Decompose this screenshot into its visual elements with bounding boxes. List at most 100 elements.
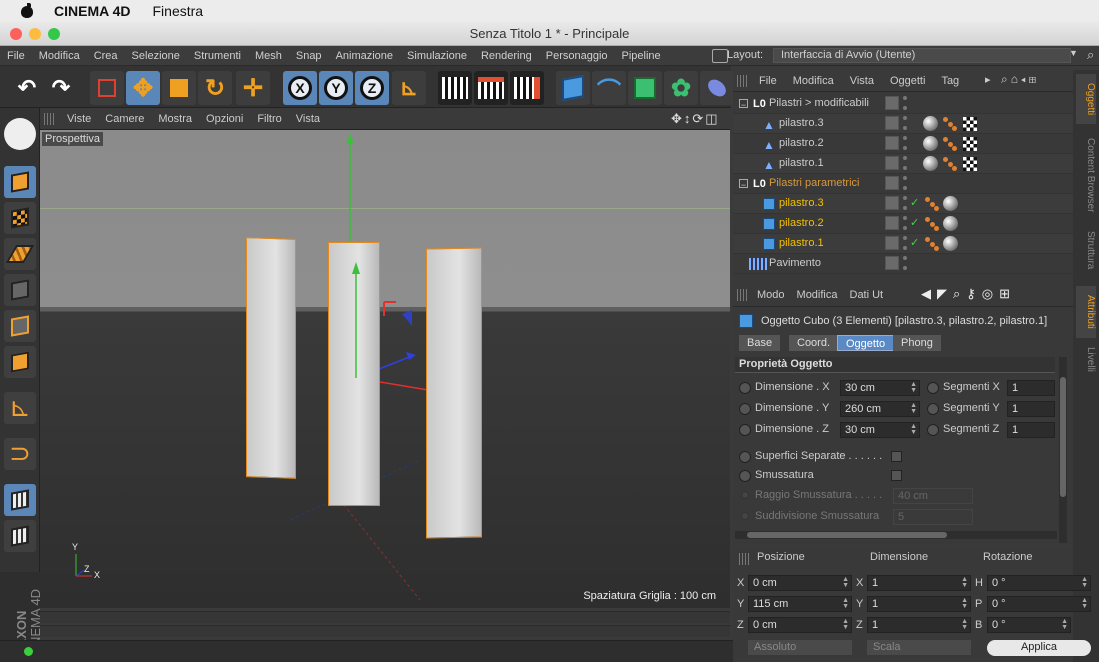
layer-box[interactable]: [885, 116, 899, 130]
points-mode-button[interactable]: [4, 274, 36, 306]
visibility-dots[interactable]: [903, 156, 907, 170]
spinner-icon[interactable]: ▲ ▼: [842, 576, 849, 589]
spinner-icon[interactable]: ▲ ▼: [910, 381, 917, 394]
size-y-field[interactable]: 1 ▲ ▼: [867, 596, 971, 612]
enabled-check-icon[interactable]: ✓: [910, 196, 919, 209]
object-row[interactable]: − L0 Pilastri parametrici: [733, 174, 1073, 194]
attr-menu-modifica[interactable]: Modifica: [791, 289, 844, 301]
object-manager-tools-icons[interactable]: ⌕⌂◂⊞: [1001, 72, 1039, 87]
cube-object-button[interactable]: [556, 71, 590, 105]
seg-x-field[interactable]: 1: [1007, 380, 1055, 396]
spinner-icon[interactable]: ▲ ▼: [961, 618, 968, 631]
move-tool-button[interactable]: ✥: [126, 71, 160, 105]
layer-box[interactable]: [885, 216, 899, 230]
phong-tag-icon[interactable]: [925, 197, 939, 211]
phong-tag-icon[interactable]: [943, 137, 957, 151]
viewport-menu-filtro[interactable]: Filtro: [250, 113, 288, 125]
tab-base[interactable]: Base: [739, 335, 781, 351]
scroll-thumb[interactable]: [1060, 377, 1066, 497]
collapse-icon[interactable]: −: [739, 99, 748, 110]
apple-icon[interactable]: [18, 3, 38, 19]
layout-lock-icon[interactable]: [712, 49, 728, 63]
tab-content-browser[interactable]: Content Browser: [1076, 130, 1096, 220]
material-tag-icon[interactable]: [943, 216, 958, 231]
close-window-button[interactable]: [10, 28, 22, 40]
pos-x-field[interactable]: 0 cm ▲ ▼: [748, 575, 852, 591]
visibility-dots[interactable]: [903, 216, 907, 230]
fillet-checkbox[interactable]: [891, 470, 902, 481]
texture-mode-button[interactable]: [4, 202, 36, 234]
animation-radio[interactable]: [927, 424, 939, 436]
layer-box[interactable]: [885, 136, 899, 150]
recent-tool-button[interactable]: ✛: [236, 71, 270, 105]
uvw-tag-icon[interactable]: [963, 157, 977, 171]
spinner-icon[interactable]: ▲ ▼: [910, 423, 917, 436]
layer-box[interactable]: [885, 196, 899, 210]
visibility-dots[interactable]: [903, 96, 907, 110]
live-selection-button[interactable]: [90, 71, 124, 105]
viewport-menu-opzioni[interactable]: Opzioni: [199, 113, 250, 125]
phong-tag-icon[interactable]: [925, 217, 939, 231]
spinner-icon[interactable]: ▲ ▼: [961, 597, 968, 610]
more-arrow-icon[interactable]: ▸: [985, 73, 991, 86]
tab-phong[interactable]: Phong: [893, 335, 941, 351]
workplane-lock-button[interactable]: [4, 484, 36, 516]
menu-crea[interactable]: Crea: [87, 50, 125, 62]
material-tag-icon[interactable]: [943, 196, 958, 211]
menu-simulazione[interactable]: Simulazione: [400, 50, 474, 62]
spinner-icon[interactable]: ▲ ▼: [1061, 618, 1068, 631]
tab-coord[interactable]: Coord.: [789, 335, 839, 351]
app-name-menu[interactable]: CINEMA 4D: [54, 3, 131, 19]
spinner-icon[interactable]: ▲ ▼: [910, 402, 917, 415]
objects-menu-tag[interactable]: Tag: [933, 75, 967, 87]
objects-menu-vista[interactable]: Vista: [842, 75, 882, 87]
spinner-icon[interactable]: ▲ ▼: [961, 576, 968, 589]
coordinate-system-button[interactable]: ⊾: [392, 71, 426, 105]
tab-attributi[interactable]: Attributi: [1076, 286, 1096, 338]
visibility-dots[interactable]: [903, 196, 907, 210]
visibility-dots[interactable]: [903, 136, 907, 150]
material-tag-icon[interactable]: [923, 136, 938, 151]
layer-box[interactable]: [885, 256, 899, 270]
snap-button[interactable]: ⊃: [4, 438, 36, 470]
seg-z-field[interactable]: 1: [1007, 422, 1055, 438]
phong-tag-icon[interactable]: [925, 237, 939, 251]
redo-button[interactable]: ↷: [44, 71, 78, 105]
rot-b-field[interactable]: 0 ° ▲ ▼: [987, 617, 1071, 633]
enabled-check-icon[interactable]: ✓: [910, 236, 919, 249]
tab-struttura[interactable]: Struttura: [1076, 224, 1096, 276]
animation-radio[interactable]: [741, 512, 749, 520]
minimize-window-button[interactable]: [29, 28, 41, 40]
attr-nav-icons[interactable]: ◀◤⌕⚷◎⊞: [921, 286, 1016, 302]
pos-z-field[interactable]: 0 cm ▲ ▼: [748, 617, 852, 633]
seg-y-field[interactable]: 1: [1007, 401, 1055, 417]
tab-oggetto[interactable]: Oggetto: [837, 335, 895, 351]
collapse-icon[interactable]: −: [739, 179, 748, 190]
timeline-strip[interactable]: [40, 611, 730, 623]
spinner-icon[interactable]: ▲ ▼: [842, 618, 849, 631]
viewport-menu-viste[interactable]: Viste: [60, 113, 98, 125]
viewport-menu-mostra[interactable]: Mostra: [151, 113, 199, 125]
objects-menu-modifica[interactable]: Modifica: [785, 75, 842, 87]
z-axis-button[interactable]: Z: [355, 71, 389, 105]
object-row[interactable]: ▲ pilastro.2: [733, 134, 1073, 154]
model-mode-button[interactable]: [4, 166, 36, 198]
object-row[interactable]: pilastro.2 ✓: [733, 214, 1073, 234]
object-row[interactable]: ▲ pilastro.1: [733, 154, 1073, 174]
menu-modifica[interactable]: Modifica: [32, 50, 87, 62]
object-row[interactable]: − L0 Pilastri > modificabili: [733, 94, 1073, 114]
layer-box[interactable]: [885, 176, 899, 190]
undo-button[interactable]: ↶: [10, 71, 44, 105]
uvw-tag-icon[interactable]: [963, 137, 977, 151]
attr-hscrollbar[interactable]: [735, 531, 1057, 539]
layer-box[interactable]: [885, 236, 899, 250]
make-editable-button[interactable]: [4, 118, 36, 150]
workplane-mode-button[interactable]: [4, 238, 36, 270]
menu-strumenti[interactable]: Strumenti: [187, 50, 248, 62]
objects-menu-file[interactable]: File: [751, 75, 785, 87]
phong-tag-icon[interactable]: [943, 157, 957, 171]
menu-animazione[interactable]: Animazione: [329, 50, 400, 62]
menu-snap[interactable]: Snap: [289, 50, 329, 62]
uvw-tag-icon[interactable]: [963, 117, 977, 131]
fillet-radius-field[interactable]: 40 cm: [893, 488, 973, 504]
